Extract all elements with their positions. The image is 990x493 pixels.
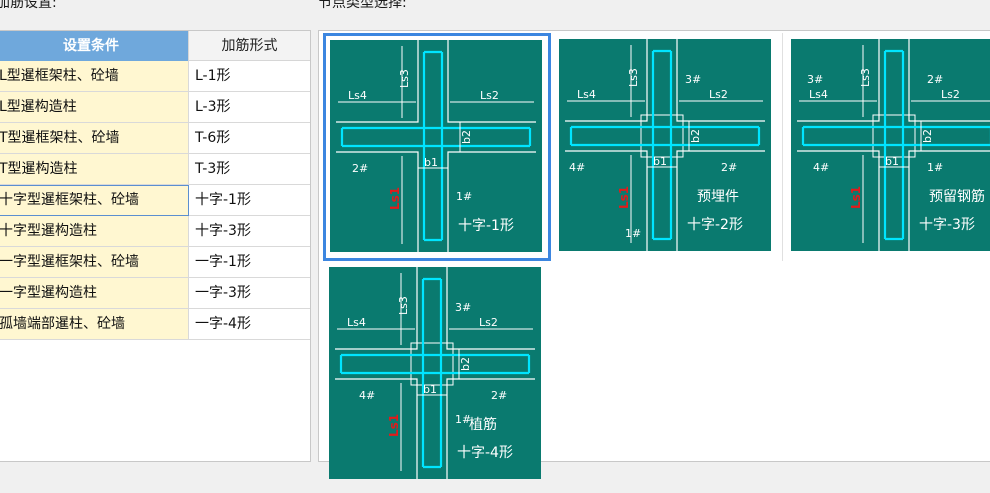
node-cross-3[interactable]: Ls4 Ls2 Ls3 Ls1 b2 b1 3# 2# 4# 1# 预留钢筋十字-3形	[787, 33, 990, 261]
reinforcement-table: 设置条件 加筋形式 L型暹框架柱、砼墙 L-1形 L型暹构造柱 L-3形 T型暹…	[0, 30, 311, 462]
dim-b2: b2	[921, 129, 934, 143]
condition-cell[interactable]: T型暹构造柱	[0, 154, 189, 185]
dim-b2: b2	[460, 130, 473, 144]
dim-ls4: Ls4	[348, 89, 367, 102]
dim-b1: b1	[423, 383, 437, 396]
rebar-mark: 2#	[927, 73, 943, 86]
rebar-mark: 3#	[685, 73, 701, 86]
dim-b2: b2	[689, 129, 702, 143]
node-caption: 十字-3形	[919, 217, 975, 233]
node-type-grid: Ls4 Ls2 Ls3 Ls1 b2 b1 2# 1# 十字-1形 Ls4 Ls2 Ls3 Ls1 b2…	[318, 30, 990, 479]
header-condition[interactable]: 设置条件	[0, 31, 189, 61]
dim-ls3: Ls3	[398, 69, 411, 88]
rebar-mark: 1#	[927, 161, 943, 174]
dim-ls1: Ls1	[388, 187, 402, 210]
form-cell[interactable]: T-3形	[189, 154, 310, 185]
table-row-selected[interactable]: 十字型暹框架柱、砼墙 十字-1形	[0, 185, 310, 216]
form-cell[interactable]: 一字-4形	[189, 309, 310, 340]
condition-cell[interactable]: 十字型暹构造柱	[0, 216, 189, 247]
rebar-mark: 1#	[625, 227, 641, 240]
condition-cell[interactable]: L型暹框架柱、砼墙	[0, 61, 189, 92]
rebar-mark: 2#	[721, 161, 737, 174]
rebar-mark: 1#	[456, 190, 472, 203]
dim-ls3: Ls3	[627, 68, 640, 87]
dim-ls4: Ls4	[809, 88, 828, 101]
dim-b1: b1	[885, 155, 899, 168]
dim-b2: b2	[459, 357, 472, 371]
node-caption: 十字-2形	[687, 217, 743, 233]
condition-cell[interactable]: 一字型暹框架柱、砼墙	[0, 247, 189, 278]
form-cell[interactable]: 一字-1形	[189, 247, 310, 278]
condition-cell[interactable]: 一字型暹构造柱	[0, 278, 189, 309]
dim-ls4: Ls4	[577, 88, 596, 101]
condition-cell[interactable]: 十字型暹框架柱、砼墙	[0, 185, 189, 216]
node-diagram: Ls4 Ls2Ls3Ls1b2b13#4# 2#1#植筋十字-4形	[329, 267, 541, 479]
node-cross-4[interactable]: Ls4 Ls2 Ls3 Ls1 b2 b1 3# 4# 2# 1# 植筋 十字-4形	[323, 265, 551, 493]
header-form[interactable]: 加筋形式	[189, 31, 310, 61]
dim-ls4: Ls4	[347, 316, 366, 329]
node-cross-1[interactable]: Ls4 Ls2 Ls3 Ls1 b2 b1 2# 1# 十字-1形	[323, 33, 551, 261]
condition-cell[interactable]: T型暹框架柱、砼墙	[0, 123, 189, 154]
rebar-mark: 3#	[807, 73, 823, 86]
dim-ls2: Ls2	[480, 89, 499, 102]
dim-ls1: Ls1	[387, 414, 401, 437]
node-note: 植筋	[469, 416, 497, 433]
dim-ls2: Ls2	[479, 316, 498, 329]
form-cell[interactable]: 一字-3形	[189, 278, 310, 309]
table-row[interactable]: T型暹框架柱、砼墙 T-6形	[0, 123, 310, 154]
rebar-mark: 4#	[569, 161, 585, 174]
rebar-mark: 4#	[813, 161, 829, 174]
node-cross-2[interactable]: Ls4 Ls2 Ls3 Ls1 b2 b1 3# 4# 2# 1# 预埋件十字-2形	[555, 33, 783, 261]
node-diagram: Ls4 Ls2 Ls3 Ls1 b2 b1 2# 1# 十字-1形	[330, 40, 542, 252]
table-row[interactable]: L型暹框架柱、砼墙 L-1形	[0, 61, 310, 92]
node-caption: 十字-4形	[457, 445, 513, 461]
form-cell[interactable]: L-3形	[189, 92, 310, 123]
form-cell[interactable]: 十字-3形	[189, 216, 310, 247]
dim-b1: b1	[424, 156, 438, 169]
dim-ls3: Ls3	[859, 68, 872, 87]
dim-ls2: Ls2	[709, 88, 728, 101]
reinforcement-settings-title: 加筋设置:	[0, 0, 57, 11]
condition-cell[interactable]: 孤墙端部暹柱、砼墙	[0, 309, 189, 340]
table-row[interactable]: 十字型暹构造柱 十字-3形	[0, 216, 310, 247]
rebar-mark: 4#	[359, 389, 375, 402]
node-note: 预留钢筋	[929, 188, 985, 205]
rebar-mark: 3#	[455, 301, 471, 314]
dim-ls3: Ls3	[397, 296, 410, 315]
node-diagram: Ls4 Ls2 Ls3 Ls1 b2 b1 3# 2# 4# 1# 预留钢筋十字-3形	[791, 39, 990, 251]
dim-ls2: Ls2	[941, 88, 960, 101]
rebar-mark: 2#	[491, 389, 507, 402]
node-caption: 十字-1形	[458, 218, 514, 234]
table-header: 设置条件 加筋形式	[0, 31, 310, 61]
node-diagram: Ls4 Ls2 Ls3 Ls1 b2 b1 3# 4# 2# 1# 预埋件十字-2形	[559, 39, 771, 251]
table-row[interactable]: 一字型暹框架柱、砼墙 一字-1形	[0, 247, 310, 278]
table-row[interactable]: L型暹构造柱 L-3形	[0, 92, 310, 123]
dim-ls1: Ls1	[849, 186, 863, 209]
dim-b1: b1	[653, 155, 667, 168]
dim-ls1: Ls1	[617, 186, 631, 209]
rebar-mark: 2#	[352, 162, 368, 175]
table-row[interactable]: T型暹构造柱 T-3形	[0, 154, 310, 185]
condition-cell[interactable]: L型暹构造柱	[0, 92, 189, 123]
table-row[interactable]: 孤墙端部暹柱、砼墙 一字-4形	[0, 309, 310, 340]
form-cell[interactable]: 十字-1形	[189, 185, 310, 216]
table-row[interactable]: 一字型暹构造柱 一字-3形	[0, 278, 310, 309]
node-note: 预埋件	[697, 189, 739, 205]
form-cell[interactable]: L-1形	[189, 61, 310, 92]
form-cell[interactable]: T-6形	[189, 123, 310, 154]
node-type-title: 节点类型选择:	[318, 0, 407, 11]
